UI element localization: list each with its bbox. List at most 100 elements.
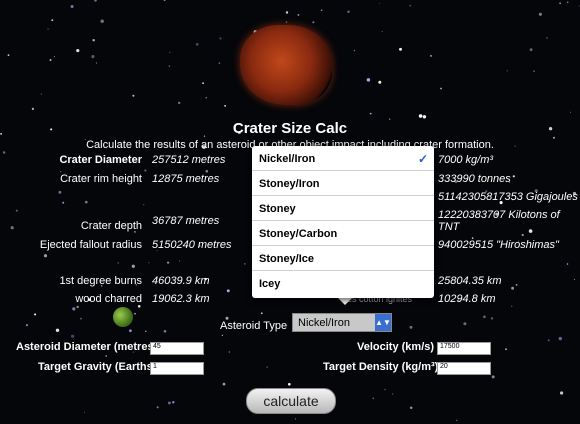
energy-value: 51142305817353 Gigajoules: [438, 191, 578, 203]
asteroid-type-dropdown: Nickel/Iron ✓ Stoney/Iron Stoney Stoney/…: [252, 146, 434, 298]
star: [202, 82, 204, 84]
star: [55, 328, 60, 332]
star: [167, 401, 171, 405]
star: [166, 261, 170, 264]
star: [285, 21, 288, 23]
star: [70, 4, 74, 9]
star: [463, 322, 467, 326]
star: [297, 13, 300, 16]
star: [80, 317, 82, 320]
planet-icon: [113, 307, 133, 327]
star: [567, 1, 569, 3]
star: [573, 278, 576, 281]
ejected-fallout-value: 5150240 metres: [152, 239, 232, 251]
star: [521, 233, 524, 237]
target-density-input[interactable]: 20: [437, 362, 491, 375]
star: [143, 204, 145, 206]
option-nickel-iron[interactable]: Nickel/Iron ✓: [252, 146, 434, 171]
star: [381, 31, 383, 32]
star: [409, 4, 411, 7]
star: [83, 411, 86, 413]
option-stoney[interactable]: Stoney: [252, 196, 434, 221]
star: [156, 406, 159, 409]
target-density-label: Target Density (kg/m³): [323, 361, 438, 373]
option-icey[interactable]: Icey: [252, 271, 434, 296]
star: [91, 55, 95, 59]
star: [195, 43, 199, 46]
cotton-ignites-value: 10294.8 km: [438, 293, 496, 305]
label-text: Asteroid Diameter: [16, 341, 111, 353]
asteroid-image: [240, 25, 332, 105]
star: [134, 312, 136, 315]
star: [92, 38, 95, 42]
target-gravity-label: Target Gravity (Earths): [38, 361, 156, 373]
star: [505, 348, 507, 351]
star: [31, 107, 34, 110]
star: [566, 263, 569, 265]
option-stoney-carbon[interactable]: Stoney/Carbon: [252, 221, 434, 246]
option-stoney-iron[interactable]: Stoney/Iron: [252, 171, 434, 196]
star: [72, 307, 76, 311]
star: [100, 19, 104, 23]
label-text: Velocity: [357, 341, 399, 353]
mass-value: 333990 tonnes: [438, 173, 511, 185]
star: [312, 21, 315, 24]
option-label: Stoney/Iron: [259, 178, 320, 190]
checkmark-icon: ✓: [417, 152, 428, 166]
second-degree-burns-value: 25804.35 km: [438, 275, 502, 287]
star: [132, 94, 135, 97]
star: [145, 330, 147, 333]
calculate-button[interactable]: calculate: [246, 388, 336, 414]
crater-depth-label: Crater depth: [80, 220, 142, 232]
target-gravity-input[interactable]: 1: [150, 362, 204, 375]
star: [40, 93, 42, 95]
star: [169, 51, 171, 53]
star: [144, 169, 147, 172]
star: [76, 305, 79, 309]
asteroid-type-label: Asteroid Type: [220, 320, 288, 332]
star: [490, 317, 494, 320]
star: [15, 209, 18, 212]
star: [226, 289, 230, 293]
star: [511, 286, 515, 290]
star: [409, 406, 413, 409]
star: [430, 55, 432, 57]
label-unit: (kg/m³): [401, 361, 439, 373]
star: [244, 263, 246, 265]
star: [491, 375, 495, 379]
star: [84, 200, 88, 204]
star: [43, 254, 48, 258]
star: [456, 419, 458, 421]
star: [384, 389, 386, 391]
star: [440, 87, 442, 90]
star: [137, 305, 141, 308]
star: [25, 324, 29, 327]
asteroid-diameter-input[interactable]: 45: [150, 342, 204, 355]
star: [287, 382, 291, 386]
star: [511, 305, 513, 307]
asteroid-type-select[interactable]: Nickel/Iron ▲▼: [292, 313, 392, 332]
star: [70, 334, 75, 338]
star: [570, 111, 571, 113]
star: [205, 96, 208, 99]
wood-charred-label: wood charred: [75, 293, 142, 305]
star: [353, 49, 356, 52]
star: [546, 37, 548, 39]
star: [179, 260, 181, 262]
option-stoney-ice[interactable]: Stoney/Ice: [252, 246, 434, 271]
star: [47, 28, 49, 30]
velocity-input[interactable]: 17500: [437, 342, 491, 355]
star: [222, 382, 226, 386]
star: [168, 65, 170, 67]
crater-rim-height-value: 12875 metres: [152, 173, 220, 185]
label-text: Target Density: [323, 361, 399, 373]
star: [131, 264, 135, 268]
star: [369, 112, 372, 115]
crater-rim-height-label: Crater rim height: [60, 173, 142, 185]
star: [483, 315, 486, 319]
star: [409, 325, 413, 329]
star: [418, 114, 423, 118]
star: [529, 48, 533, 52]
star: [178, 101, 181, 105]
star: [95, 62, 98, 64]
